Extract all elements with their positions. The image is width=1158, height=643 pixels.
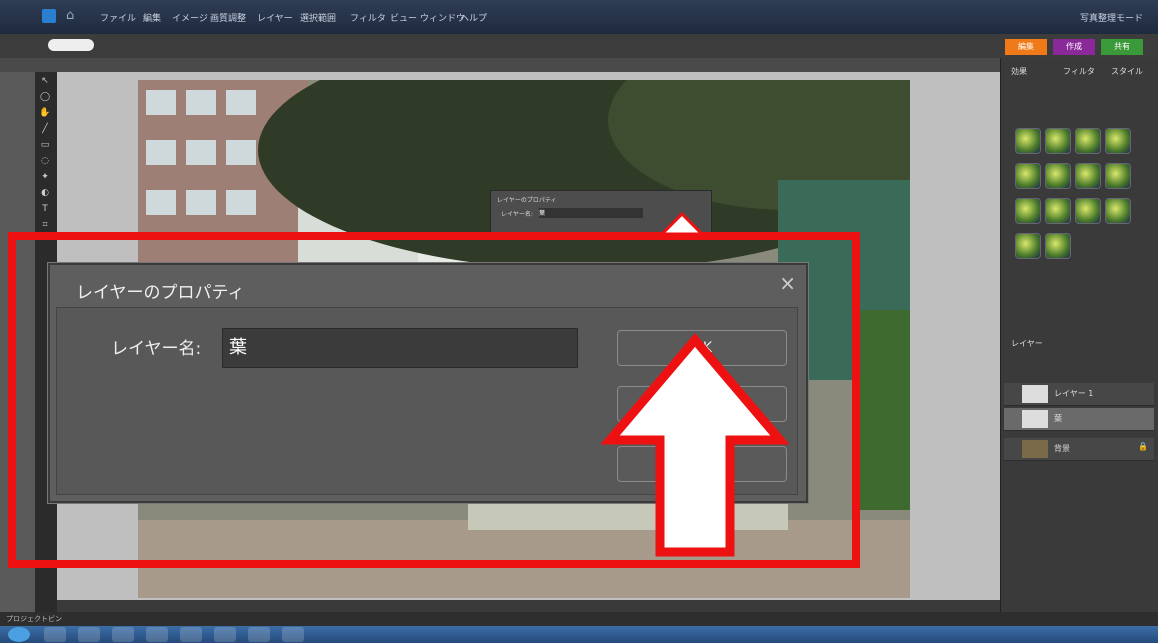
taskbar-app-icon[interactable]: [146, 627, 168, 642]
document-title-bar: [0, 58, 1000, 72]
zoom-tool-icon[interactable]: ◯: [39, 92, 51, 102]
effect-thumb[interactable]: [1105, 163, 1131, 189]
effect-thumb[interactable]: [1045, 198, 1071, 224]
mode-tab-share[interactable]: 共有: [1101, 39, 1143, 55]
magic-wand-tool-icon[interactable]: ✦: [39, 172, 51, 182]
menu-filter[interactable]: フィルタ: [350, 11, 386, 24]
layer-row-selected[interactable]: 葉: [1004, 408, 1154, 431]
small-dialog-title: レイヤーのプロパティ: [497, 197, 557, 204]
document-status-bar: [57, 600, 1000, 612]
layer-name: 背景: [1054, 444, 1070, 453]
type-tool-icon[interactable]: T: [39, 204, 51, 214]
menu-view[interactable]: ビュー: [390, 11, 417, 24]
taskbar: [0, 626, 1158, 643]
menu-window[interactable]: ウィンドウ: [420, 11, 465, 24]
menu-enhance[interactable]: 画質調整: [210, 11, 246, 24]
taskbar-app-icon[interactable]: [78, 627, 100, 642]
project-bin-bar: プロジェクトビン: [0, 612, 1158, 626]
effect-thumb[interactable]: [1045, 233, 1071, 259]
mode-tab-edit[interactable]: 編集: [1005, 39, 1047, 55]
effect-thumb[interactable]: [1075, 198, 1101, 224]
hand-tool-icon[interactable]: ✋: [39, 108, 51, 118]
brush-preview-icon[interactable]: [48, 39, 94, 51]
menu-image[interactable]: イメージ: [172, 11, 208, 24]
mode-tab-create[interactable]: 作成: [1053, 39, 1095, 55]
right-panel: 効果 フィルタ スタイル レイヤー: [1000, 58, 1158, 614]
taskbar-app-icon[interactable]: [44, 627, 66, 642]
effect-thumb[interactable]: [1105, 128, 1131, 154]
layer-thumbnail: [1022, 385, 1048, 403]
menu-help[interactable]: ヘルプ: [460, 11, 487, 24]
layers-panel-header: レイヤー: [1011, 339, 1043, 348]
layer-thumbnail: [1022, 440, 1048, 458]
effect-thumb[interactable]: [1015, 128, 1041, 154]
layer-thumbnail: [1022, 410, 1048, 428]
effect-thumb[interactable]: [1045, 163, 1071, 189]
small-arrow-up-icon: [659, 212, 705, 234]
layer-row[interactable]: レイヤー 1: [1004, 383, 1154, 406]
app-logo-icon: [42, 9, 56, 23]
menu-layer[interactable]: レイヤー: [257, 11, 293, 24]
taskbar-app-icon[interactable]: [248, 627, 270, 642]
small-dialog-label: レイヤー名:: [501, 211, 533, 218]
layer-row[interactable]: 背景 🔒: [1004, 438, 1154, 461]
layer-name: レイヤー 1: [1054, 389, 1094, 398]
arrow-up-icon: [600, 333, 790, 557]
crop-tool-icon[interactable]: ⌗: [39, 220, 51, 230]
effect-thumb[interactable]: [1015, 163, 1041, 189]
menu-file[interactable]: ファイル: [100, 11, 136, 24]
menu-edit[interactable]: 編集: [143, 11, 161, 24]
organizer-button[interactable]: 写真整理モード: [1080, 11, 1143, 24]
effect-thumb[interactable]: [1015, 233, 1041, 259]
lasso-tool-icon[interactable]: ◌: [39, 156, 51, 166]
effect-thumb[interactable]: [1105, 198, 1131, 224]
taskbar-app-icon[interactable]: [180, 627, 202, 642]
effect-thumb[interactable]: [1075, 163, 1101, 189]
effect-thumb[interactable]: [1075, 128, 1101, 154]
lock-icon: 🔒: [1138, 442, 1148, 451]
taskbar-app-icon[interactable]: [282, 627, 304, 642]
eyedropper-tool-icon[interactable]: ╱: [39, 124, 51, 134]
small-dialog-input[interactable]: 葉: [539, 208, 643, 218]
taskbar-app-icon[interactable]: [112, 627, 134, 642]
panel-tab-filters[interactable]: フィルタ: [1063, 66, 1095, 77]
menu-bar: ⌂ ファイル 編集 イメージ 画質調整 レイヤー 選択範囲 フィルタ ビュー ウ…: [0, 0, 1158, 34]
selection-brush-tool-icon[interactable]: ◐: [39, 188, 51, 198]
layer-name: 葉: [1054, 414, 1062, 423]
move-tool-icon[interactable]: ↖: [39, 76, 51, 86]
options-bar: 編集 作成 共有: [0, 34, 1158, 59]
marquee-tool-icon[interactable]: ▭: [39, 140, 51, 150]
project-bin-label[interactable]: プロジェクトビン: [6, 614, 62, 624]
effect-thumb[interactable]: [1045, 128, 1071, 154]
panel-tab-effects[interactable]: 効果: [1011, 66, 1027, 77]
home-icon[interactable]: ⌂: [66, 8, 74, 23]
taskbar-app-icon[interactable]: [214, 627, 236, 642]
effect-thumb[interactable]: [1015, 198, 1041, 224]
menu-select[interactable]: 選択範囲: [300, 11, 336, 24]
panel-tab-styles[interactable]: スタイル: [1111, 66, 1143, 77]
start-button-icon[interactable]: [8, 627, 30, 642]
